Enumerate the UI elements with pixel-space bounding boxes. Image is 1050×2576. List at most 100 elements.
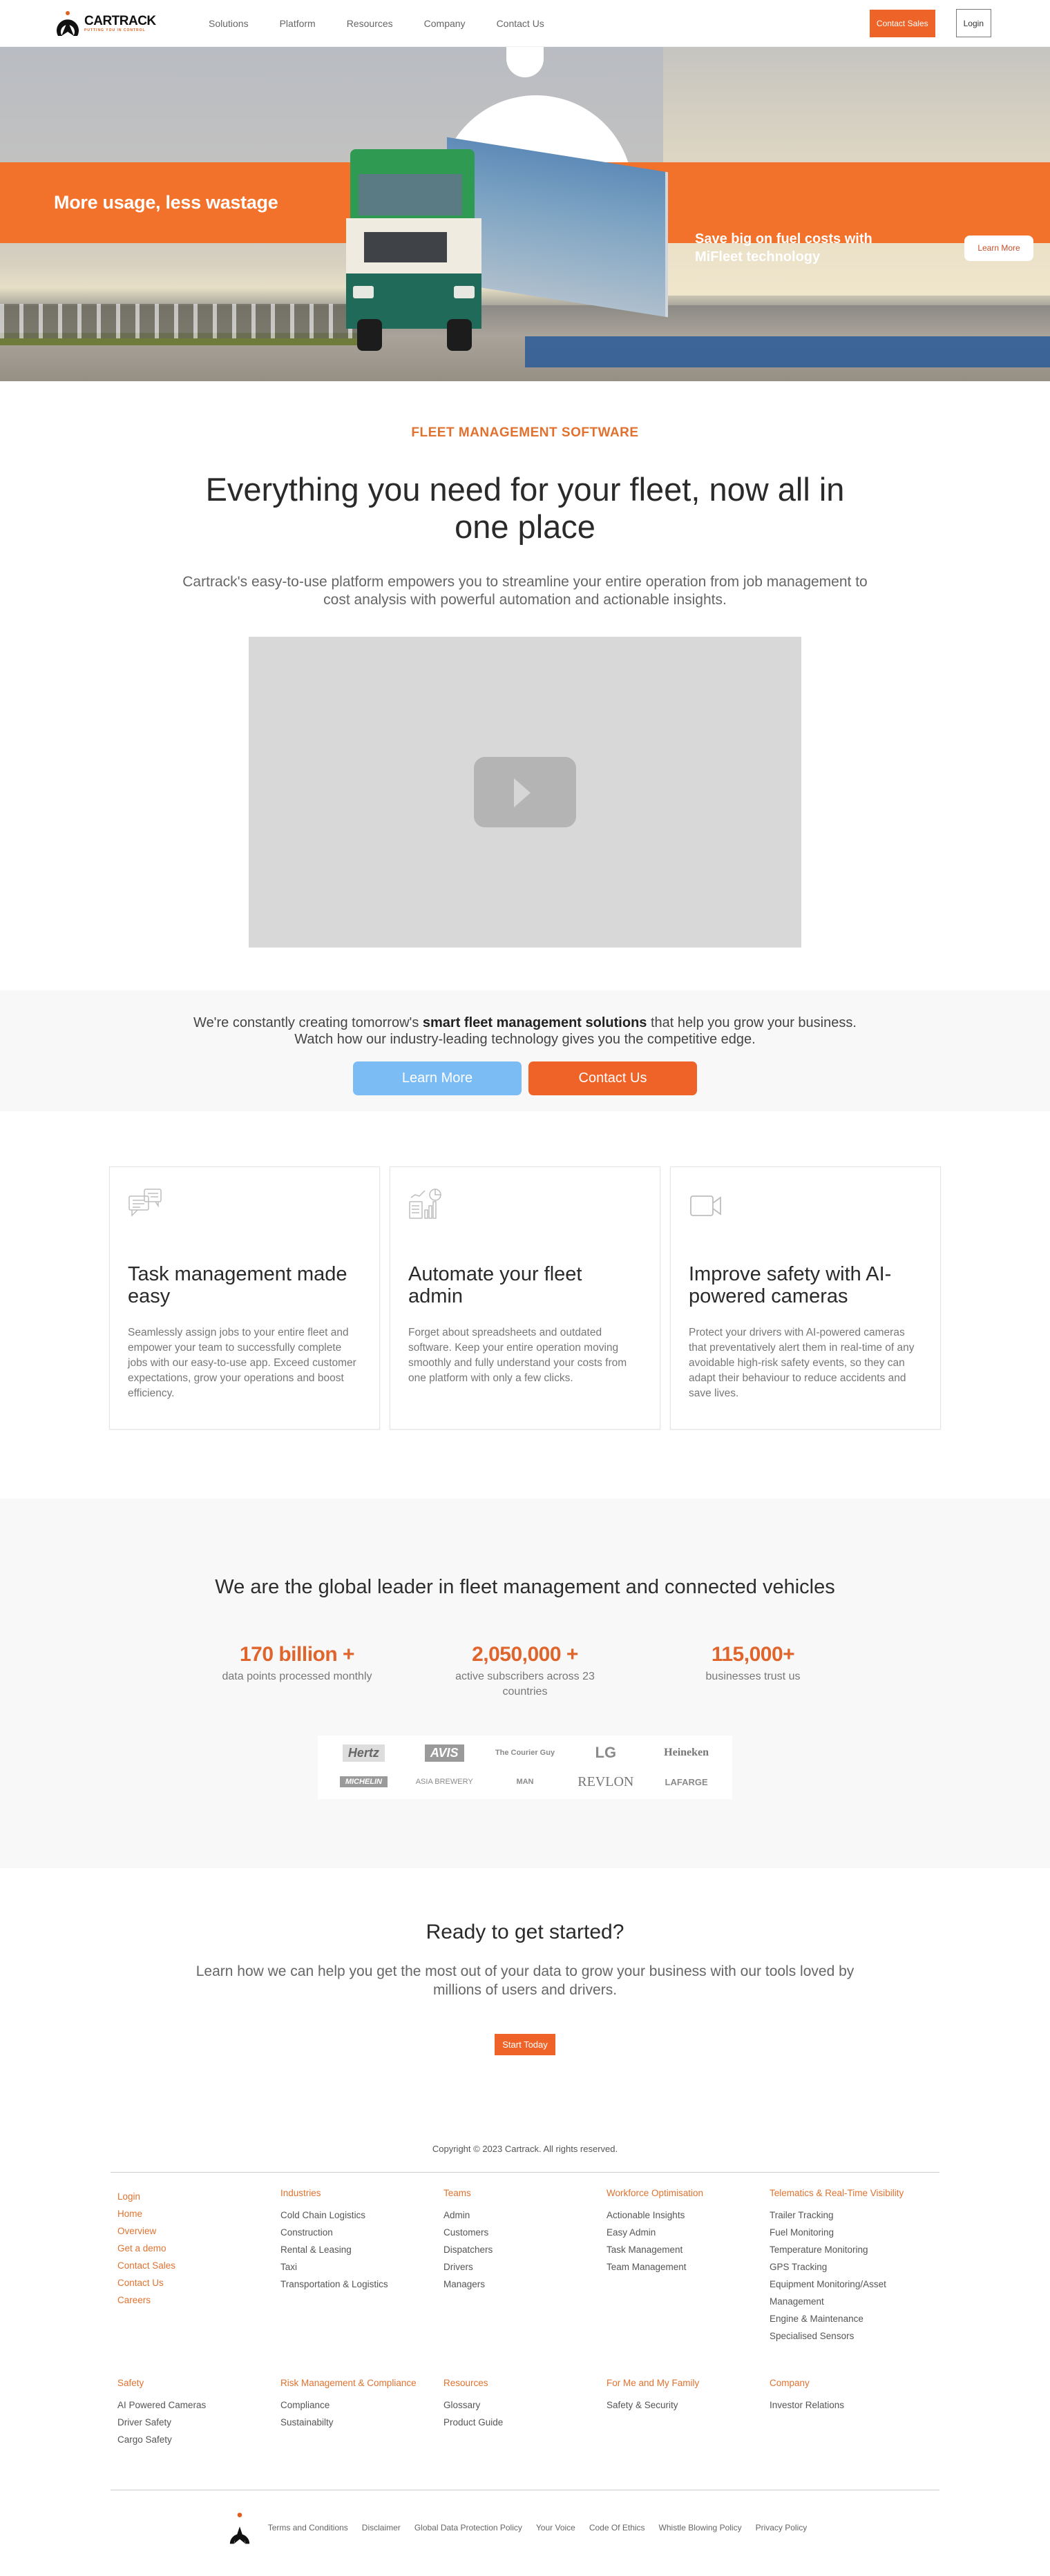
footer-heading[interactable]: Resources [443,2378,600,2388]
footer-link[interactable]: Temperature Monitoring [770,2241,926,2258]
cta-subtitle: Learn how we can help you get the most o… [195,1963,855,1998]
play-icon[interactable] [474,757,576,827]
cartrack-logo-icon[interactable] [229,2507,250,2548]
footer-heading[interactable]: Company [770,2378,926,2388]
footer-link[interactable]: Compliance [280,2396,437,2414]
footer-link[interactable]: Easy Admin [607,2224,763,2241]
footer-col-industries: Industries Cold Chain Logistics Construc… [280,2188,443,2345]
video-player[interactable] [249,637,801,948]
nav-solutions[interactable]: Solutions [209,18,249,29]
truck-headlight [353,286,374,298]
footer-heading[interactable]: Telematics & Real-Time Visibility [770,2188,926,2198]
footer-link[interactable]: Fuel Monitoring [770,2224,926,2241]
feature-card: Improve safety with AI-powered cameras P… [670,1166,941,1430]
footer-link-login[interactable]: Login [117,2188,274,2205]
footer-link[interactable]: Sustainabilty [280,2414,437,2431]
hero-logo-dot-shape [506,47,544,77]
footer-link[interactable]: Taxi [280,2258,437,2276]
stat-label: active subscribers across 23 countries [455,1671,595,1698]
feature-title: Task management made easy [128,1263,347,1307]
legal-disclaimer[interactable]: Disclaimer [362,2523,401,2532]
footer-link-get-demo[interactable]: Get a demo [117,2240,274,2257]
footer-col-company: Company Investor Relations [770,2378,933,2448]
footer-heading[interactable]: Industries [280,2188,437,2198]
stat-item: 170 billion + data points processed mont… [183,1643,411,1700]
footer-link-overview[interactable]: Overview [117,2222,274,2240]
footer-heading[interactable]: Safety [117,2378,274,2388]
footer-link[interactable]: Cargo Safety [117,2431,274,2448]
footer-link[interactable]: Cold Chain Logistics [280,2207,437,2224]
contact-sales-button[interactable]: Contact Sales [869,9,935,37]
footer-link[interactable]: Engine & Maintenance [770,2310,926,2327]
feature-title: Automate your fleet admin [408,1263,582,1307]
start-today-button[interactable]: Start Today [495,2034,555,2055]
intro-section: FLEET MANAGEMENT SOFTWARE Everything you… [0,381,1050,948]
revlon-logo: REVLON [578,1774,634,1789]
header-actions: Contact Sales Login [869,9,991,37]
footer-heading[interactable]: Risk Management & Compliance [280,2378,437,2388]
stats-row: 170 billion + data points processed mont… [0,1643,1050,1700]
hero-learn-more-button[interactable]: Learn More [964,236,1033,261]
heineken-logo: Heineken [664,1747,709,1758]
footer-link[interactable]: Customers [443,2224,600,2241]
footer-heading[interactable]: For Me and My Family [607,2378,763,2388]
footer-link[interactable]: Equipment Monitoring/Asset Management [770,2276,926,2310]
footer-col-resources: Resources Glossary Product Guide [443,2378,607,2448]
stat-value: 170 billion + [239,1643,355,1666]
legal-data-protection[interactable]: Global Data Protection Policy [414,2523,522,2532]
nav-platform[interactable]: Platform [280,18,316,29]
learn-more-button[interactable]: Learn More [353,1061,522,1095]
footer-link[interactable]: Team Management [607,2258,763,2276]
footer-link[interactable]: Drivers [443,2258,600,2276]
footer-link[interactable]: Admin [443,2207,600,2224]
section-eyebrow: FLEET MANAGEMENT SOFTWARE [411,425,639,440]
footer-link[interactable]: Managers [443,2276,600,2293]
site-header: CARTRACK PUTTING YOU IN CONTROL Solution… [0,0,1050,47]
hertz-logo: Hertz [342,1744,385,1762]
footer-heading[interactable]: Teams [443,2188,600,2198]
footer-link[interactable]: Glossary [443,2396,600,2414]
footer-link[interactable]: AI Powered Cameras [117,2396,274,2414]
asia-brewery-logo: ASIA BREWERY [415,1778,473,1786]
analytics-report-icon [409,1189,441,1219]
cta-title: Ready to get started? [426,1921,624,1943]
footer-link[interactable]: Rental & Leasing [280,2241,437,2258]
features-section: Task management made easy Seamlessly ass… [0,1111,1050,1499]
footer-link[interactable]: Trailer Tracking [770,2207,926,2224]
footer-link-careers[interactable]: Careers [117,2291,274,2309]
footer-col-safety: Safety AI Powered Cameras Driver Safety … [117,2378,280,2448]
footer-link[interactable]: Product Guide [443,2414,600,2431]
legal-privacy[interactable]: Privacy Policy [756,2523,808,2532]
footer-link[interactable]: Dispatchers [443,2241,600,2258]
nav-resources[interactable]: Resources [347,18,393,29]
footer-link-contact-sales[interactable]: Contact Sales [117,2257,274,2274]
legal-terms[interactable]: Terms and Conditions [268,2523,348,2532]
cartrack-logo[interactable]: CARTRACK PUTTING YOU IN CONTROL [55,10,166,37]
footer-link[interactable]: Specialised Sensors [770,2327,926,2345]
truck-headlight [454,286,475,298]
footer-link[interactable]: Driver Safety [117,2414,274,2431]
hero-carousel: More usage, less wastage Save big on fue… [0,47,1050,381]
footer-link[interactable]: Actionable Insights [607,2207,763,2224]
footer-link[interactable]: Task Management [607,2241,763,2258]
login-button[interactable]: Login [955,9,991,37]
lafarge-logo: LAFARGE [665,1776,708,1787]
stats-title: We are the global leader in fleet manage… [215,1576,835,1598]
legal-code-of-ethics[interactable]: Code Of Ethics [589,2523,645,2532]
footer-link[interactable]: Transportation & Logistics [280,2276,437,2293]
footer-col-family: For Me and My Family Safety & Security [607,2378,770,2448]
footer-link[interactable]: GPS Tracking [770,2258,926,2276]
video-camera-icon [690,1195,721,1216]
footer-heading[interactable]: Workforce Optimisation [607,2188,763,2198]
footer-link-contact-us[interactable]: Contact Us [117,2274,274,2291]
footer-link[interactable]: Construction [280,2224,437,2241]
footer-link-home[interactable]: Home [117,2205,274,2222]
legal-your-voice[interactable]: Your Voice [536,2523,575,2532]
truck-grille [364,232,447,262]
footer-link[interactable]: Investor Relations [770,2396,926,2414]
legal-whistle-blowing[interactable]: Whistle Blowing Policy [659,2523,742,2532]
contact-us-button[interactable]: Contact Us [528,1061,697,1095]
nav-company[interactable]: Company [424,18,466,29]
footer-link[interactable]: Safety & Security [607,2396,763,2414]
nav-contact-us[interactable]: Contact Us [497,18,544,29]
